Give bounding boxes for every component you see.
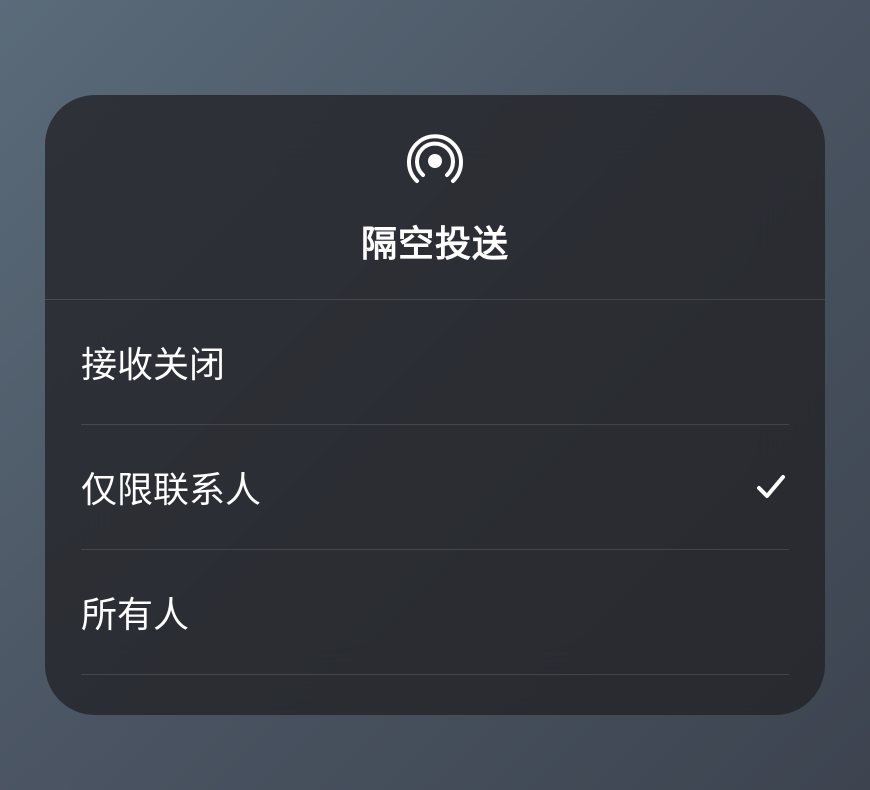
airdrop-icon <box>407 133 463 189</box>
option-everyone[interactable]: 所有人 <box>81 550 789 675</box>
checkmark-icon <box>753 469 789 505</box>
option-contacts-only[interactable]: 仅限联系人 <box>81 425 789 550</box>
option-receiving-off[interactable]: 接收关闭 <box>81 300 789 425</box>
airdrop-settings-panel: 隔空投送 接收关闭 仅限联系人 所有人 <box>45 95 825 715</box>
bottom-spacer <box>45 675 825 715</box>
option-label: 仅限联系人 <box>81 461 261 513</box>
panel-title: 隔空投送 <box>361 215 509 267</box>
option-label: 所有人 <box>81 586 189 638</box>
options-list: 接收关闭 仅限联系人 所有人 <box>45 300 825 675</box>
option-label: 接收关闭 <box>81 336 225 388</box>
panel-header: 隔空投送 <box>45 95 825 300</box>
